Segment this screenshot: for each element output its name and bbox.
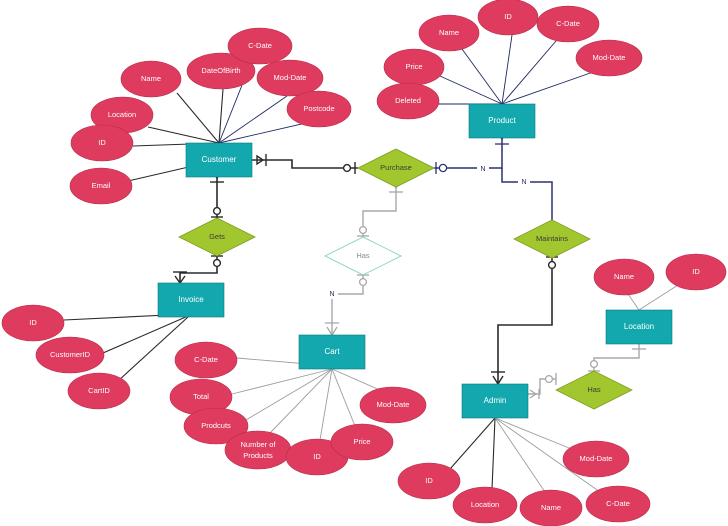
line-cart-total	[231, 368, 333, 395]
cardinality-labels: N N N	[326, 163, 530, 299]
conn-admin-has[interactable]	[528, 373, 557, 399]
cardinality-label: N	[329, 291, 334, 298]
line-admin-id	[449, 417, 496, 470]
attribute-cust-cdate[interactable]: C-Date	[227, 27, 293, 65]
conn-customer-purchase[interactable]	[252, 154, 358, 174]
attribute-prod-price[interactable]: Price	[383, 48, 445, 86]
conn-gets-invoice[interactable]	[173, 255, 223, 285]
attribute-cust-email[interactable]: Email	[69, 167, 133, 205]
attribute-admin-cdate[interactable]: C-Date	[585, 485, 651, 523]
conn-purchase-has[interactable]	[357, 179, 403, 237]
relationship-maintains[interactable]: Maintains	[513, 219, 591, 259]
attribute-cart-cdate[interactable]: C-Date	[174, 341, 238, 379]
line-admin-location	[491, 417, 496, 490]
attribute-cust-postcode[interactable]: Postcode	[286, 90, 352, 128]
relationship-gets[interactable]: Gets	[178, 217, 256, 257]
entity-cart[interactable]: Cart	[298, 334, 366, 370]
entity-product[interactable]: Product	[468, 103, 536, 139]
attribute-prod-cdate[interactable]: C-Date	[536, 5, 600, 43]
attribute-cust-moddate[interactable]: Mod-Date	[256, 59, 324, 97]
attribute-prod-id[interactable]: ID	[477, 0, 539, 36]
er-diagram-svg: Name DateOfBirth C-Date Mod-Date Postcod…	[1, 0, 727, 526]
conn-has-cart[interactable]	[325, 274, 369, 337]
relationship-has-admin[interactable]: Has	[555, 370, 633, 410]
attribute-admin-name[interactable]: Name	[519, 489, 583, 526]
cardinality-label: N	[521, 179, 526, 186]
conn-purchase-product[interactable]	[434, 131, 509, 174]
line-inv-customerid	[102, 315, 189, 354]
entity-admin[interactable]: Admin	[461, 383, 529, 419]
attribute-cust-id[interactable]: ID	[70, 124, 134, 162]
conn-product-maintains[interactable]	[501, 168, 553, 220]
line-cart-prodcuts	[245, 368, 333, 421]
cardinality-product-maintains: N	[518, 176, 530, 187]
relationships-layer: Purchase Gets Maintains Has Has	[178, 148, 633, 410]
cardinality-label: N	[480, 166, 485, 173]
entity-customer[interactable]: Customer	[185, 142, 253, 178]
line-admin-moddate	[494, 417, 575, 451]
relationship-label: Has	[356, 251, 370, 260]
attribute-admin-location[interactable]: Location	[452, 486, 518, 524]
cardinality-cart-has: N	[326, 288, 338, 299]
entity-location[interactable]: Location	[605, 309, 673, 345]
attribute-prod-deleted[interactable]: Deleted	[376, 82, 440, 120]
relationship-purchase[interactable]: Purchase	[357, 148, 435, 188]
attribute-cart-price[interactable]: Price	[330, 423, 394, 461]
attribute-admin-moddate[interactable]: Mod-Date	[562, 440, 630, 478]
line-admin-name	[494, 417, 546, 493]
relationship-has-cart[interactable]: Has	[323, 236, 403, 276]
attribute-inv-cartid[interactable]: CartID	[67, 372, 131, 410]
line-cust-moddate	[218, 95, 288, 144]
line-prod-name	[461, 48, 503, 105]
line-loc-name	[627, 293, 640, 311]
attribute-loc-id[interactable]: ID	[665, 253, 727, 291]
attribute-cart-moddate[interactable]: Mod-Date	[359, 386, 427, 424]
entity-invoice[interactable]: Invoice	[157, 282, 225, 318]
attribute-inv-id[interactable]: ID	[1, 304, 65, 342]
line-cust-location	[147, 126, 220, 144]
attribute-inv-customerid[interactable]: CustomerID	[35, 336, 105, 374]
line-inv-cartid	[117, 316, 189, 382]
attribute-cust-name[interactable]: Name	[120, 60, 182, 98]
attributes-layer: Name DateOfBirth C-Date Mod-Date Postcod…	[1, 0, 727, 526]
attribute-prod-moddate[interactable]: Mod-Date	[575, 39, 643, 77]
cardinality-product-purchase: N	[477, 163, 489, 174]
attribute-prod-name[interactable]: Name	[418, 14, 480, 52]
attribute-loc-name[interactable]: Name	[593, 258, 655, 296]
attribute-cart-numberofproducts[interactable]: Number of Products	[224, 430, 292, 470]
conn-maintains-admin[interactable]	[491, 256, 558, 386]
line-prod-price	[439, 75, 503, 105]
attribute-admin-id[interactable]: ID	[397, 462, 461, 500]
er-diagram-canvas: Name DateOfBirth C-Date Mod-Date Postcod…	[0, 0, 728, 526]
